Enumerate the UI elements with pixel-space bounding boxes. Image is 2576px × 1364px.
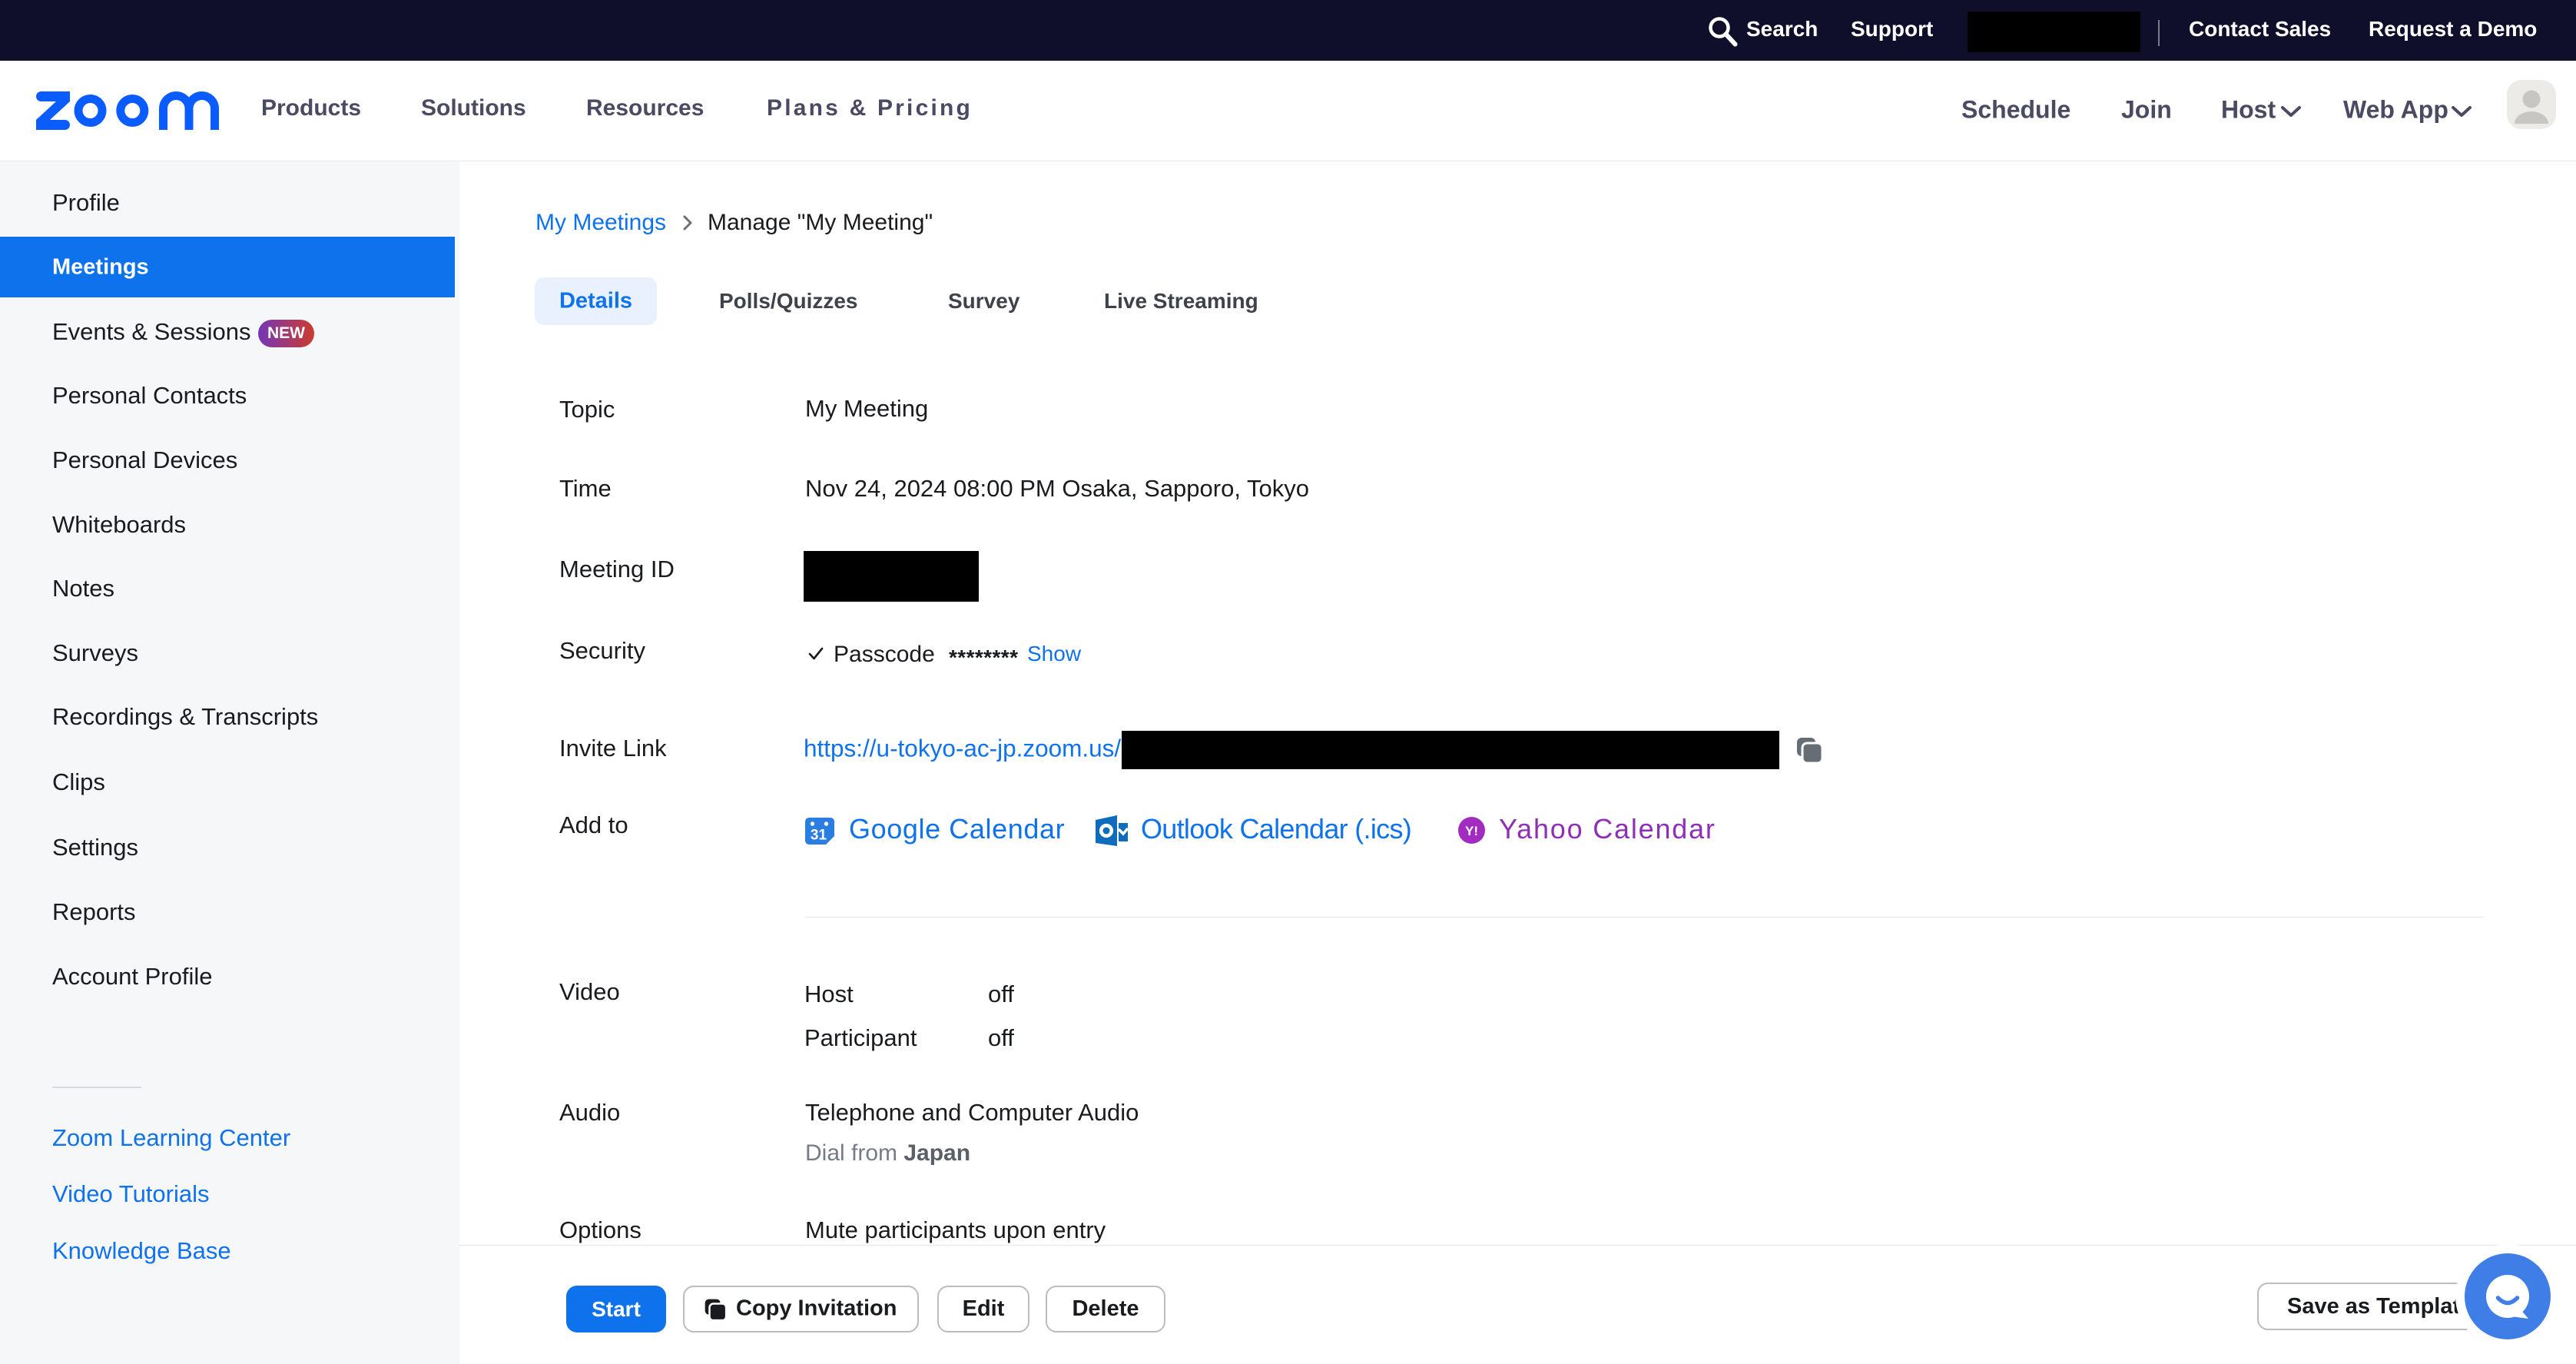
svg-text:Y!: Y! (1465, 824, 1478, 838)
svg-text:31: 31 (811, 828, 827, 844)
